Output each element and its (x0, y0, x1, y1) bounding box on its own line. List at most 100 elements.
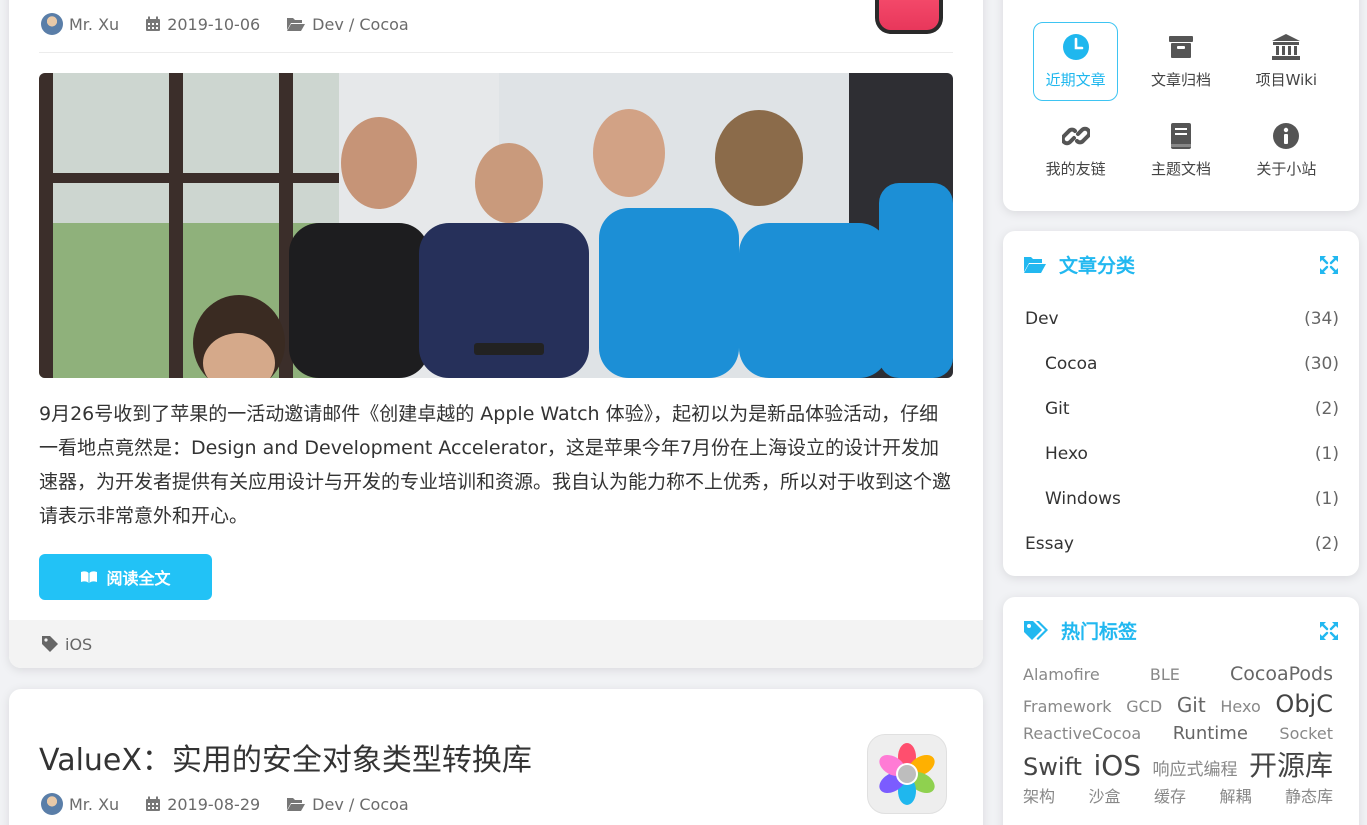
category-name: Git (1045, 398, 1070, 419)
nav-theme-docs[interactable]: 主题文档 (1128, 111, 1233, 190)
post-author[interactable]: Mr. Xu (41, 13, 119, 35)
expand-icon[interactable] (1319, 621, 1339, 641)
post-date: 2019-08-29 (145, 795, 260, 814)
category-name: Essay (1025, 533, 1074, 554)
tag-link[interactable]: 架构 (1023, 786, 1055, 808)
category-count: (34) (1304, 308, 1339, 329)
post-meta: Mr. Xu 2019-08-29 Dev / Cocoa (41, 793, 435, 815)
tag-link[interactable]: 缓存 (1154, 786, 1186, 808)
post-footer: iOS (9, 620, 983, 668)
nav-recent-posts[interactable]: 近期文章 (1033, 22, 1119, 101)
calendar-icon (145, 796, 161, 812)
tag-link[interactable]: Swift (1023, 751, 1082, 785)
date-text: 2019-10-06 (167, 14, 261, 34)
date-text: 2019-08-29 (167, 794, 261, 814)
nav-archive[interactable]: 文章归档 (1128, 22, 1233, 101)
category-name: Dev (1025, 308, 1059, 329)
tags-widget: 热门标签 Alamofire BLE CocoaPods Framework GCD Gi… (1003, 597, 1359, 825)
tag-link[interactable]: 开源库 (1249, 746, 1333, 785)
category-count: (1) (1314, 488, 1339, 509)
category-name: Hexo (1045, 443, 1088, 464)
category-item[interactable]: Dev (34) (1025, 296, 1339, 341)
nav-about[interactable]: 关于小站 (1234, 111, 1339, 190)
category-item[interactable]: Windows (1) (1025, 476, 1339, 521)
book-icon (1168, 122, 1194, 150)
read-more-label: 阅读全文 (106, 569, 171, 588)
tag-link[interactable]: 响应式编程 (1153, 759, 1238, 783)
open-book-icon (80, 570, 98, 584)
category-count: (2) (1314, 533, 1339, 554)
post-category[interactable]: Dev / Cocoa (286, 15, 409, 34)
post-card: Mr. Xu 2019-10-06 Dev / Cocoa 9月26号收到了苹果… (9, 0, 983, 668)
author-name: Mr. Xu (69, 794, 120, 814)
link-icon (1061, 122, 1090, 150)
tag-link[interactable]: BLE (1150, 664, 1180, 686)
tags-title: 热门标签 (1061, 621, 1138, 643)
post-meta: Mr. Xu 2019-10-06 Dev / Cocoa (41, 13, 435, 35)
tag-link[interactable]: Git (1177, 691, 1206, 719)
nav-label: 关于小站 (1256, 160, 1317, 178)
post-excerpt: 9月26号收到了苹果的一活动邀请邮件《创建卓越的 Apple Watch 体验》… (39, 403, 952, 527)
categories-title: 文章分类 (1059, 255, 1136, 277)
read-more-button[interactable]: 阅读全文 (39, 554, 212, 600)
tag-link[interactable]: GCD (1126, 696, 1162, 718)
nav-label: 主题文档 (1150, 160, 1211, 178)
category-text: Dev / Cocoa (312, 794, 409, 814)
tag-link[interactable]: ObjC (1275, 688, 1333, 722)
category-name: Cocoa (1045, 353, 1098, 374)
folder-open-icon (286, 16, 306, 32)
tag-link[interactable]: Socket (1279, 723, 1333, 745)
archive-icon (1167, 33, 1195, 61)
tag-link[interactable]: Framework (1023, 696, 1112, 718)
post-author[interactable]: Mr. Xu (41, 793, 119, 815)
tag-link[interactable]: 沙盒 (1088, 786, 1120, 808)
nav-label: 项目Wiki (1255, 71, 1318, 89)
bank-icon (1271, 33, 1301, 61)
category-list: Dev (34) Cocoa (30) Git (2) Hexo (1) Windows… (1025, 296, 1339, 566)
author-name: Mr. Xu (69, 14, 120, 34)
category-count: (30) (1304, 353, 1339, 374)
nav-label: 我的友链 (1045, 160, 1106, 178)
sidebar-nav: 近期文章 文章归档 项目Wiki 我的友链 主题文档 关于小站 (1023, 22, 1339, 190)
tags-header: 热门标签 (1023, 617, 1339, 644)
category-item[interactable]: Hexo (1) (1025, 431, 1339, 476)
folder-open-icon (286, 796, 306, 812)
post-cover-image[interactable] (39, 73, 953, 378)
tag-link[interactable]: ReactiveCocoa (1023, 723, 1141, 745)
nav-friend-links[interactable]: 我的友链 (1023, 111, 1128, 190)
info-icon (1272, 122, 1300, 150)
post-card: ValueX：实用的安全对象类型转换库 Mr. Xu 2019-08-29 De… (9, 689, 983, 825)
categories-widget: 文章分类 Dev (34) Cocoa (30) Git (2) Hexo (1) Wi… (1003, 231, 1359, 576)
category-count: (1) (1314, 443, 1339, 464)
post-tag[interactable]: iOS (65, 635, 92, 654)
post-thumbnail[interactable] (875, 0, 943, 34)
expand-icon[interactable] (1319, 255, 1339, 275)
divider (39, 52, 953, 53)
category-count: (2) (1314, 398, 1339, 419)
tag-link[interactable]: CocoaPods (1230, 661, 1333, 688)
tag-link[interactable]: Alamofire (1023, 664, 1100, 686)
tag-link[interactable]: Runtime (1173, 721, 1248, 746)
tag-link[interactable]: iOS (1093, 746, 1141, 785)
category-item[interactable]: Git (2) (1025, 386, 1339, 431)
tag-cloud: Alamofire BLE CocoaPods Framework GCD Git Hexo… (1023, 661, 1339, 808)
sidebar-nav-card: 近期文章 文章归档 项目Wiki 我的友链 主题文档 关于小站 (1003, 0, 1359, 211)
post-category[interactable]: Dev / Cocoa (286, 795, 409, 814)
avatar (41, 13, 63, 35)
nav-project-wiki[interactable]: 项目Wiki (1234, 22, 1339, 101)
avatar (41, 793, 63, 815)
category-name: Windows (1045, 488, 1121, 509)
nav-label: 文章归档 (1150, 71, 1211, 89)
post-title[interactable]: ValueX：实用的安全对象类型转换库 (39, 735, 532, 779)
tags-icon (1023, 620, 1049, 642)
category-item[interactable]: Essay (2) (1025, 521, 1339, 566)
clock-icon (1062, 33, 1090, 61)
post-thumbnail[interactable] (867, 734, 947, 814)
category-text: Dev / Cocoa (312, 14, 409, 34)
post-date: 2019-10-06 (145, 15, 260, 34)
tag-link[interactable]: 解耦 (1219, 786, 1251, 808)
category-item[interactable]: Cocoa (30) (1025, 341, 1339, 386)
tag-link[interactable]: 静态库 (1285, 786, 1333, 808)
calendar-icon (145, 16, 161, 32)
tag-link[interactable]: Hexo (1220, 696, 1260, 718)
